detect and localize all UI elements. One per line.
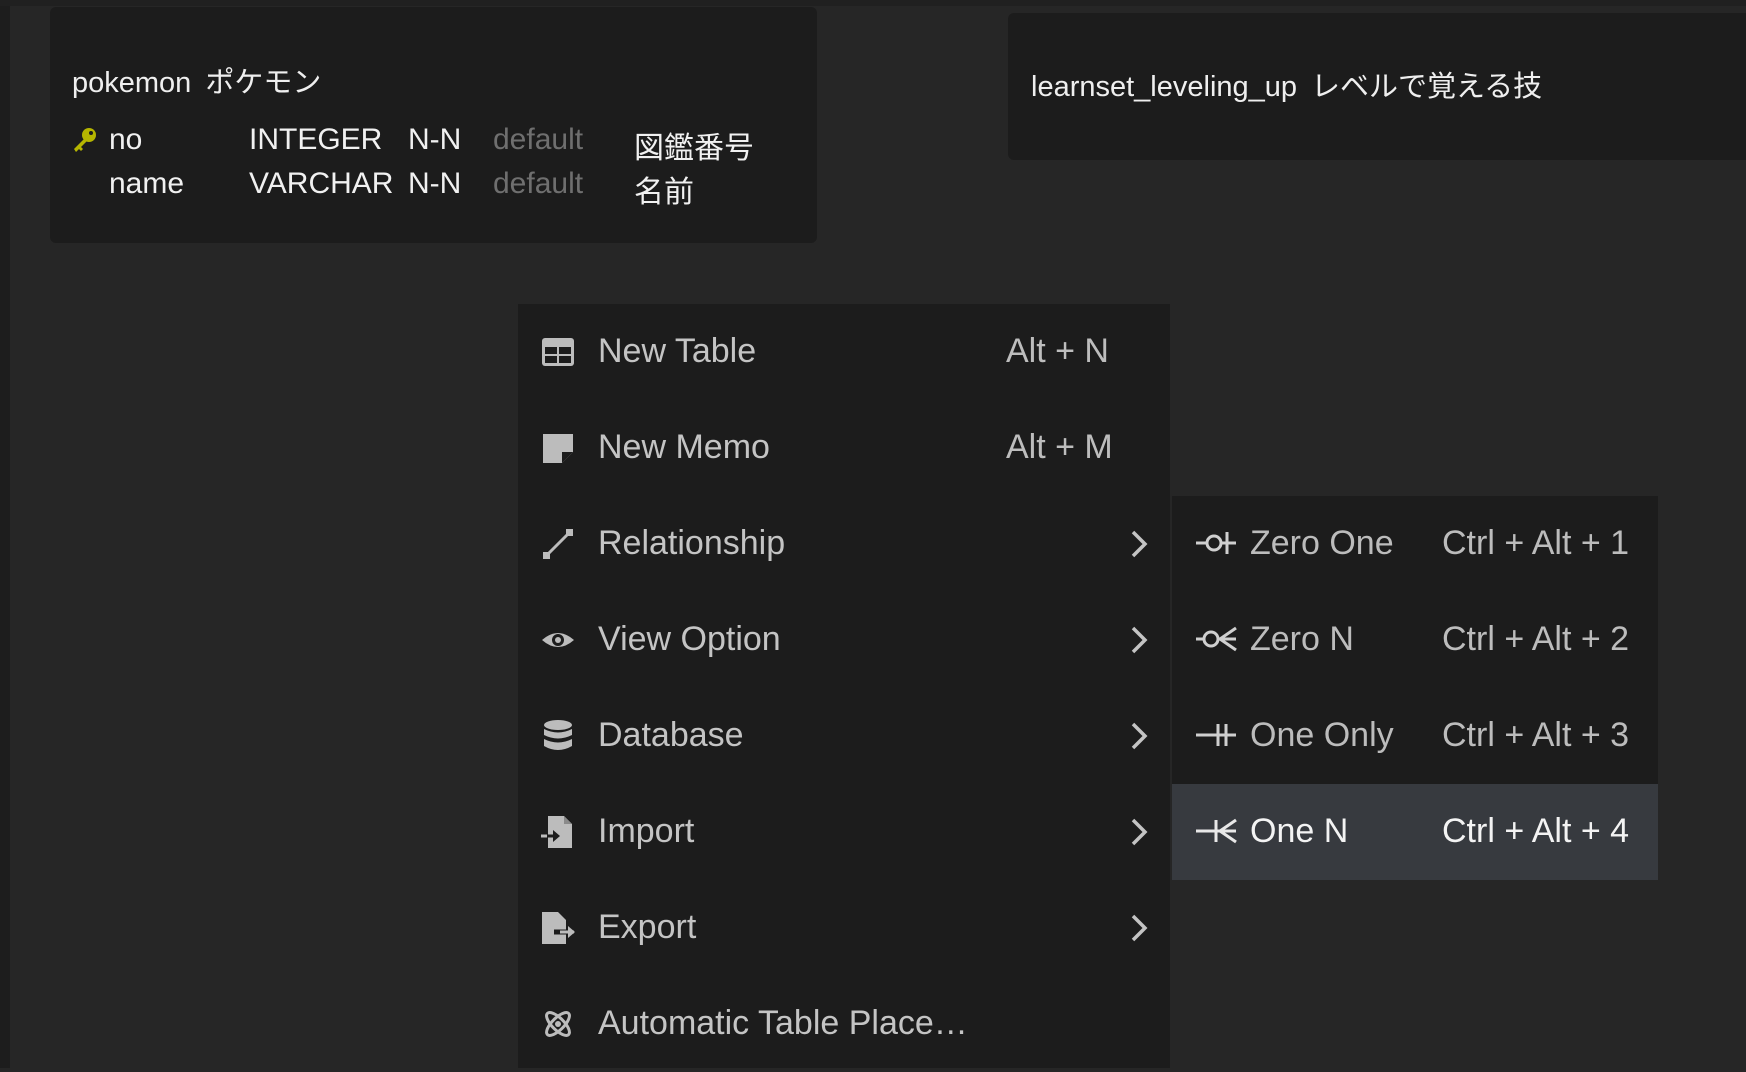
table-icon [540, 334, 576, 370]
submenu-shortcut: Ctrl + Alt + 2 [1442, 620, 1630, 658]
column-type: INTEGER [249, 123, 383, 156]
menu-item-relationship[interactable]: Relationship [518, 496, 1170, 592]
zero-n-icon [1194, 624, 1238, 654]
column-default: default [493, 123, 584, 156]
chevron-right-icon [1126, 528, 1152, 560]
context-menu: New Table Alt + N New Memo Alt + M Relat… [518, 304, 1170, 1068]
relationship-icon [540, 526, 576, 562]
table-name: pokemon [72, 67, 192, 99]
submenu-label: One N [1250, 812, 1349, 850]
menu-item-view-option[interactable]: View Option [518, 592, 1170, 688]
menu-label: New Memo [598, 428, 770, 466]
table-pokemon[interactable]: pokemon ポケモン no INTEGER N-N default 図鑑番号 … [50, 7, 817, 243]
relationship-submenu: Zero One Ctrl + Alt + 1 Zero N Ctrl + Al… [1172, 496, 1658, 880]
submenu-item-zero-one[interactable]: Zero One Ctrl + Alt + 1 [1172, 496, 1658, 592]
column-comment: 名前 [634, 176, 694, 209]
column-nullable: N-N [408, 167, 462, 200]
chevron-right-icon [1126, 624, 1152, 656]
table-comment: ポケモン [205, 67, 322, 99]
memo-icon [540, 430, 576, 466]
menu-item-automatic-table-placement[interactable]: Automatic Table Place… [518, 976, 1170, 1072]
column-name: name [109, 167, 185, 200]
table-comment: レベルで覚える技 [1311, 71, 1543, 103]
submenu-label: Zero One [1250, 524, 1394, 562]
one-n-icon [1194, 816, 1238, 846]
column-nullable: N-N [408, 123, 462, 156]
menu-label: Import [598, 812, 695, 850]
database-icon [540, 718, 576, 754]
atom-icon [540, 1006, 576, 1042]
submenu-label: Zero N [1250, 620, 1354, 658]
top-edge [0, 0, 1746, 6]
table-name: learnset_leveling_up [1031, 71, 1298, 103]
chevron-right-icon [1126, 720, 1152, 752]
export-icon [540, 910, 576, 946]
menu-item-new-memo[interactable]: New Memo Alt + M [518, 400, 1170, 496]
left-edge [0, 0, 10, 1068]
submenu-shortcut: Ctrl + Alt + 1 [1442, 524, 1630, 562]
eye-icon [540, 622, 576, 658]
submenu-item-zero-n[interactable]: Zero N Ctrl + Alt + 2 [1172, 592, 1658, 688]
menu-label: View Option [598, 620, 781, 658]
menu-item-import[interactable]: Import [518, 784, 1170, 880]
menu-item-database[interactable]: Database [518, 688, 1170, 784]
table-learnset-leveling-up[interactable]: learnset_leveling_up レベルで覚える技 [1008, 13, 1746, 160]
menu-shortcut: Alt + N [1006, 332, 1109, 370]
menu-shortcut: Alt + M [1006, 428, 1113, 466]
key-icon [70, 125, 100, 155]
submenu-shortcut: Ctrl + Alt + 3 [1442, 716, 1630, 754]
chevron-right-icon [1126, 816, 1152, 848]
menu-item-export[interactable]: Export [518, 880, 1170, 976]
submenu-shortcut: Ctrl + Alt + 4 [1442, 812, 1630, 850]
menu-label: Database [598, 716, 744, 754]
zero-one-icon [1194, 528, 1238, 558]
submenu-item-one-n[interactable]: One N Ctrl + Alt + 4 [1172, 784, 1658, 880]
table-title: pokemon ポケモン [72, 59, 321, 101]
menu-label: Relationship [598, 524, 786, 562]
table-title: learnset_leveling_up レベルで覚える技 [1031, 63, 1542, 105]
submenu-item-one-only[interactable]: One Only Ctrl + Alt + 3 [1172, 688, 1658, 784]
menu-item-new-table[interactable]: New Table Alt + N [518, 304, 1170, 400]
chevron-right-icon [1126, 912, 1152, 944]
menu-label: Automatic Table Place… [598, 1004, 968, 1042]
menu-label: New Table [598, 332, 757, 370]
one-only-icon [1194, 720, 1238, 750]
import-icon [540, 814, 576, 850]
column-default: default [493, 167, 584, 200]
column-comment: 図鑑番号 [634, 132, 754, 165]
submenu-label: One Only [1250, 716, 1394, 754]
column-type: VARCHAR [249, 167, 394, 200]
column-name: no [109, 123, 143, 156]
menu-label: Export [598, 908, 697, 946]
